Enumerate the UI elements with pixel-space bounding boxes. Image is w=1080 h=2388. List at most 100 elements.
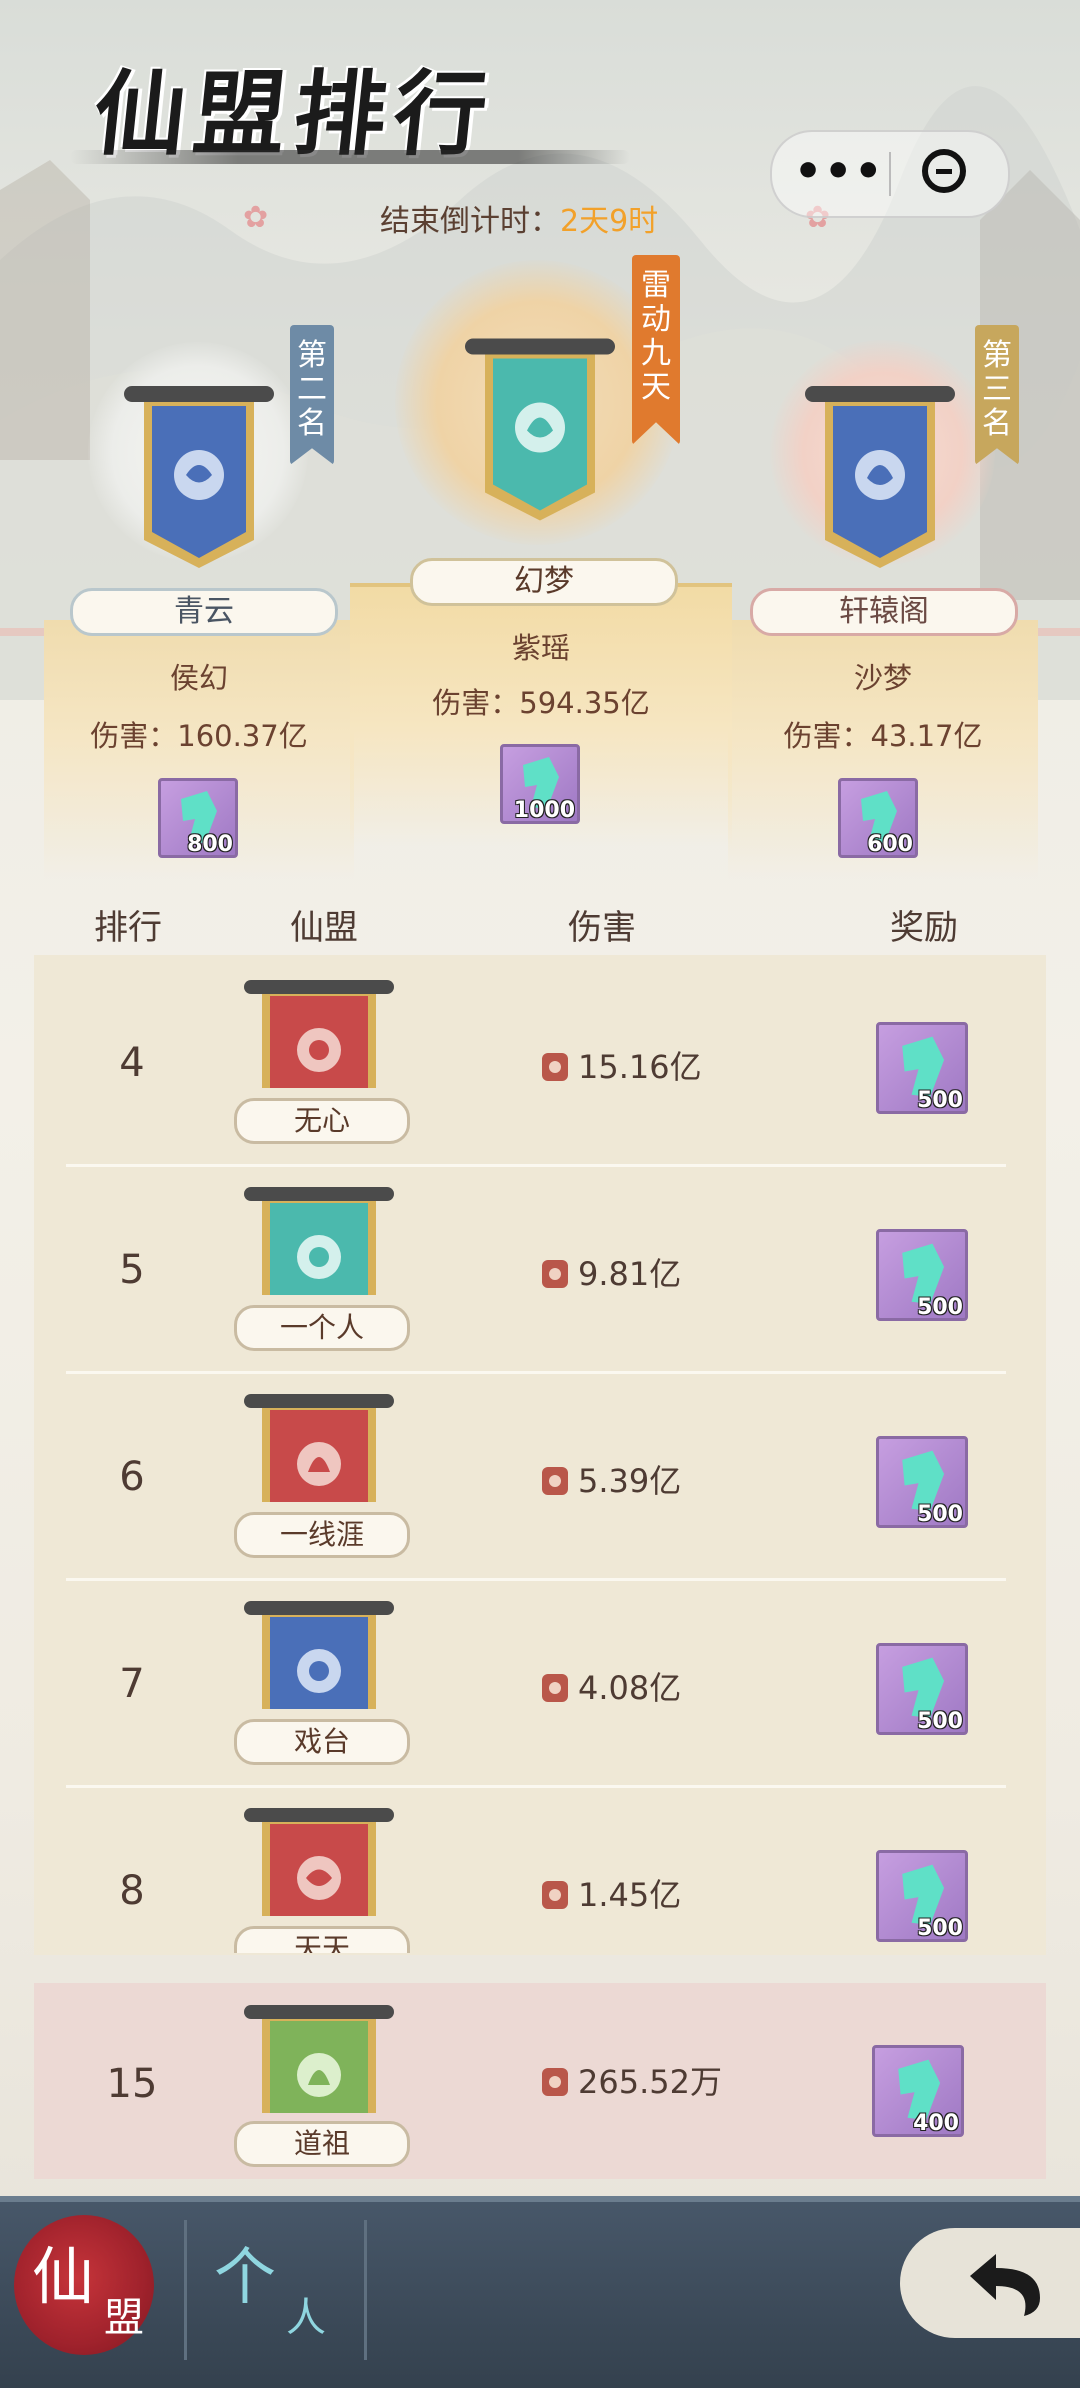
- row-rank: 5: [119, 1247, 145, 1293]
- guild-emblem: [244, 1187, 394, 1295]
- reward-item-first[interactable]: 1000: [500, 744, 580, 824]
- damage-value: 4.08亿: [578, 1669, 682, 1707]
- capsule-divider: [889, 152, 891, 196]
- emblem-second: [124, 386, 274, 568]
- countdown-value: 2天9时: [560, 204, 659, 239]
- guild-name: 道祖: [234, 2121, 410, 2167]
- guild-emblem: [244, 1394, 394, 1502]
- countdown-label: 结束倒计时：: [380, 204, 560, 239]
- tab-personal-char2: 人: [286, 2295, 326, 2341]
- header-guild: 仙盟: [290, 908, 358, 948]
- table-row[interactable]: 7 戏台 4.08亿 500: [34, 1581, 1046, 1788]
- damage-icon: [542, 1881, 568, 1909]
- reward-count: 800: [187, 832, 233, 857]
- guild-emblem: [244, 1808, 394, 1916]
- table-row[interactable]: 8 天天 1.45亿 500: [34, 1788, 1046, 1953]
- row-rank: 4: [119, 1040, 145, 1086]
- damage-icon: [542, 1053, 568, 1081]
- podium-first-leader: 紫瑶: [511, 631, 570, 665]
- table-row[interactable]: 6 一线涯 5.39亿 500: [34, 1374, 1046, 1581]
- miniapp-capsule: •••: [770, 130, 1010, 218]
- guild-emblem: [244, 1601, 394, 1709]
- damage-value: 15.16亿: [578, 1048, 702, 1086]
- guild-name: 一个人: [234, 1305, 410, 1351]
- reward-count: 500: [917, 1088, 963, 1113]
- tab-alliance-char1: 仙: [32, 2240, 95, 2313]
- header-damage: 伤害: [568, 908, 636, 948]
- reward-count: 1000: [513, 798, 575, 823]
- row-damage: 265.52万: [542, 2057, 722, 2103]
- reward-item[interactable]: 500: [876, 1850, 968, 1942]
- damage-icon: [542, 1467, 568, 1495]
- rank-tag-third-label: 第三名: [982, 338, 1012, 441]
- title-brush-stroke: [70, 150, 630, 164]
- reward-count: 400: [913, 2111, 959, 2136]
- back-arrow-icon: [970, 2254, 1040, 2316]
- guild-name: 戏台: [234, 1719, 410, 1765]
- reward-item[interactable]: 500: [876, 1229, 968, 1321]
- rank-tag-first-label: 雷动九天: [641, 268, 671, 405]
- podium-first-damage: 伤害：594.35亿: [432, 686, 650, 720]
- damage-icon: [542, 1674, 568, 1702]
- reward-item[interactable]: 500: [876, 1436, 968, 1528]
- emblem-first: [465, 338, 615, 521]
- reward-item[interactable]: 500: [876, 1022, 968, 1114]
- row-rank: 7: [119, 1661, 145, 1707]
- podium-second-damage: 伤害：160.37亿: [90, 719, 308, 753]
- reward-count: 500: [917, 1916, 963, 1941]
- reward-item-third[interactable]: 600: [838, 778, 918, 858]
- my-guild-row[interactable]: 15 道祖 265.52万 400: [34, 1983, 1046, 2179]
- back-button[interactable]: [900, 2228, 1080, 2338]
- tab-divider: [364, 2220, 367, 2360]
- podium-first-guild[interactable]: 幻梦: [410, 558, 678, 606]
- tab-bar-edge: [0, 2196, 1080, 2202]
- reward-count: 500: [917, 1502, 963, 1527]
- reward-count: 500: [917, 1295, 963, 1320]
- more-button[interactable]: •••: [794, 142, 884, 202]
- row-rank: 6: [119, 1454, 145, 1500]
- minus-circle-icon[interactable]: [922, 149, 966, 193]
- header-rank: 排行: [94, 908, 162, 948]
- table-row[interactable]: 4 无心 15.16亿 500: [34, 960, 1046, 1167]
- guild-name: 无心: [234, 1098, 410, 1144]
- reward-item[interactable]: 400: [872, 2045, 964, 2137]
- header-reward: 奖励: [890, 908, 958, 948]
- guild-emblem: [244, 980, 394, 1088]
- damage-value: 5.39亿: [578, 1462, 682, 1500]
- damage-icon: [542, 1260, 568, 1288]
- rank-tag-first: 雷动九天: [632, 255, 680, 445]
- row-rank: 15: [106, 2061, 158, 2107]
- damage-value: 1.45亿: [578, 1876, 682, 1914]
- table-row[interactable]: 5 一个人 9.81亿 500: [34, 1167, 1046, 1374]
- row-damage: 1.45亿: [542, 1870, 681, 1916]
- emblem-third: [805, 386, 955, 568]
- rank-tag-third: 第三名: [975, 325, 1019, 465]
- row-damage: 15.16亿: [542, 1042, 702, 1088]
- podium-third-leader: 沙梦: [853, 661, 912, 695]
- guild-name: 天天: [234, 1926, 410, 1953]
- flower-icon: ✿: [243, 200, 269, 235]
- row-damage: 9.81亿: [542, 1249, 681, 1295]
- reward-count: 500: [917, 1709, 963, 1734]
- row-damage: 5.39亿: [542, 1456, 681, 1502]
- podium-third-damage: 伤害：43.17亿: [783, 719, 983, 753]
- guild-emblem: [244, 2005, 394, 2113]
- rank-tag-second: 第二名: [290, 325, 334, 465]
- rank-tag-second-label: 第二名: [297, 338, 327, 441]
- tab-personal-char1: 个: [214, 2240, 277, 2313]
- row-rank: 8: [119, 1868, 145, 1914]
- reward-item-second[interactable]: 800: [158, 778, 238, 858]
- reward-count: 600: [867, 832, 913, 857]
- damage-value: 9.81亿: [578, 1255, 682, 1293]
- damage-value: 265.52万: [578, 2063, 722, 2101]
- guild-name: 一线涯: [234, 1512, 410, 1558]
- countdown: 结束倒计时：2天9时: [380, 196, 658, 240]
- podium-second-guild[interactable]: 青云: [70, 588, 338, 636]
- damage-icon: [542, 2068, 568, 2096]
- reward-item[interactable]: 500: [876, 1643, 968, 1735]
- tab-alliance-char2: 盟: [104, 2295, 144, 2341]
- row-damage: 4.08亿: [542, 1663, 681, 1709]
- podium-second-leader: 侯幻: [169, 661, 228, 695]
- podium-third-guild[interactable]: 轩辕阁: [750, 588, 1018, 636]
- tab-divider: [184, 2220, 187, 2360]
